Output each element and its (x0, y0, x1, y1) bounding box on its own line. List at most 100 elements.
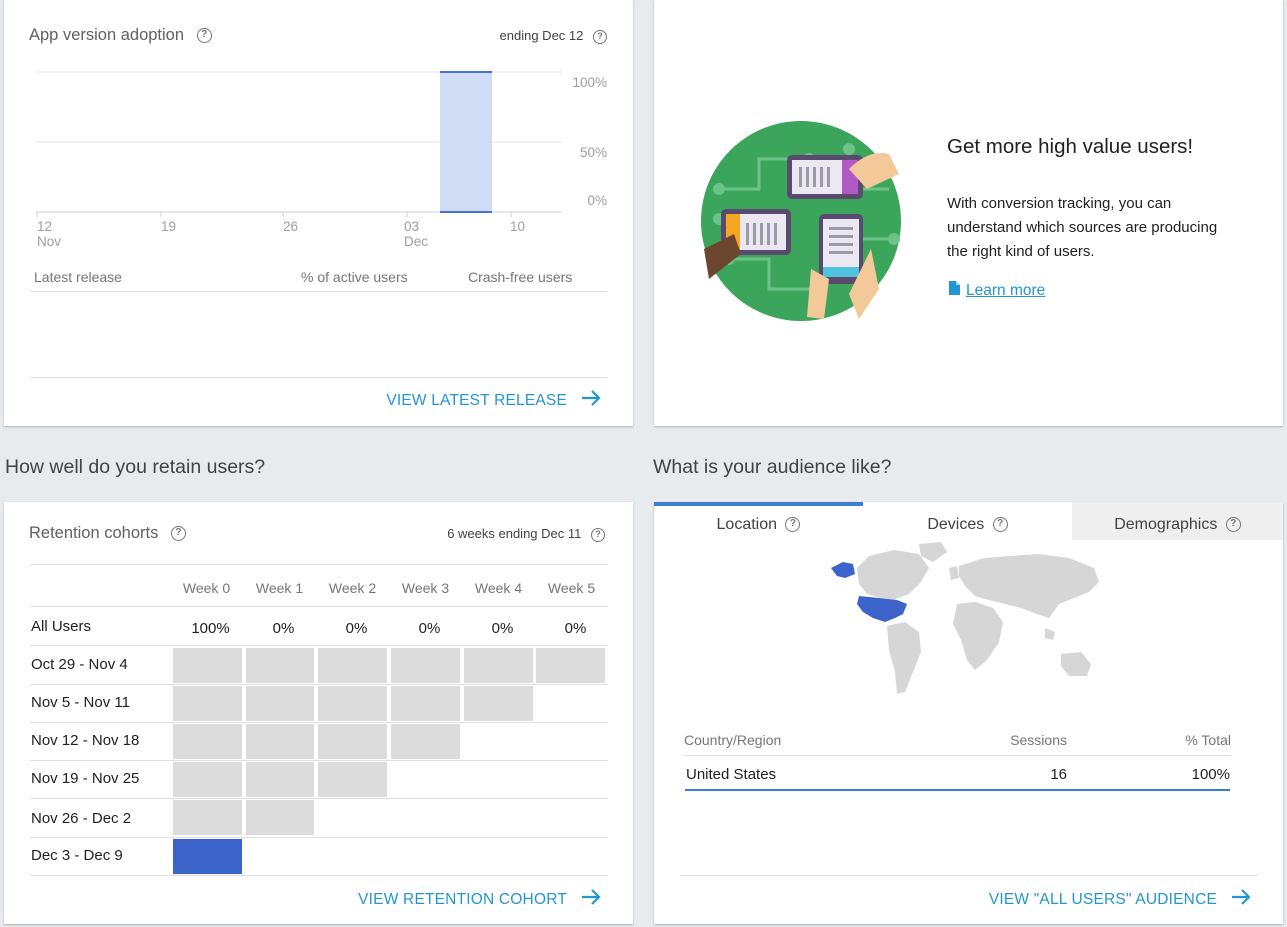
week-header: Week 1 (255, 580, 304, 596)
cohort-label: Dec 3 - Dec 9 (31, 847, 123, 864)
cohort-cell[interactable] (318, 686, 387, 721)
x-tick-label: 10 (510, 219, 526, 234)
tab-demographics[interactable]: Demographics ? (1072, 502, 1283, 540)
help-icon[interactable]: ? (785, 517, 801, 533)
adoption-title: App version adoption ? (29, 26, 212, 45)
view-all-users-audience-button[interactable]: VIEW "ALL USERS" AUDIENCE (989, 888, 1251, 911)
x-tick-label: 19 (161, 219, 177, 234)
cohort-cell[interactable] (173, 648, 242, 683)
week-header: Week 2 (328, 580, 377, 596)
row-divider (30, 760, 608, 761)
all-users-value: 100% (191, 620, 230, 637)
promo-title: Get more high value users! (947, 135, 1194, 158)
learn-more-link[interactable]: Learn more (949, 281, 1045, 300)
cohort-cell[interactable] (318, 724, 387, 759)
row-divider (30, 722, 608, 723)
cohort-cell[interactable] (391, 648, 460, 683)
adoption-ending: ending Dec 12 ? (500, 28, 607, 44)
divider (30, 606, 608, 607)
all-users-label: All Users (31, 618, 92, 635)
divider (680, 875, 1258, 876)
all-users-value: 0% (564, 620, 587, 637)
help-icon[interactable]: ? (1225, 517, 1241, 533)
cohort-cell[interactable] (536, 648, 605, 683)
week-header: Week 0 (182, 580, 231, 596)
cohort-cell[interactable] (246, 762, 314, 797)
tab-location[interactable]: Location ? (654, 502, 863, 540)
table-row[interactable]: United States 16 100% (684, 756, 1231, 792)
arrow-right-icon (581, 389, 601, 412)
retention-range: 6 weeks ending Dec 11 ? (447, 526, 605, 542)
view-retention-cohort-button[interactable]: VIEW RETENTION COHORT (358, 888, 601, 911)
help-icon[interactable]: ? (196, 28, 212, 44)
conversion-promo-card: Get more high value users! With conversi… (654, 0, 1283, 426)
table-header: Country/Region (684, 732, 782, 748)
conversion-illustration (701, 121, 901, 321)
arrow-right-icon (581, 888, 601, 911)
view-latest-release-button[interactable]: VIEW LATEST RELEASE (386, 389, 601, 412)
y-tick-label: 100% (572, 75, 607, 90)
cohort-cell-highlight[interactable] (173, 839, 242, 874)
divider (30, 291, 607, 292)
cohort-cell[interactable] (391, 686, 460, 721)
retention-title: Retention cohorts ? (29, 524, 186, 543)
cohort-cell[interactable] (246, 686, 314, 721)
divider (30, 645, 608, 646)
x-tick-label: 12 Nov (37, 219, 62, 249)
adoption-area-fill (440, 72, 492, 212)
column-header: Latest release (34, 269, 122, 285)
x-tick-label: 26 (283, 219, 299, 234)
divider (30, 564, 608, 565)
y-tick-label: 0% (587, 193, 607, 208)
help-icon[interactable]: ? (170, 526, 186, 542)
sessions-cell: 16 (1050, 766, 1067, 783)
all-users-value: 0% (345, 620, 368, 637)
help-icon[interactable]: ? (593, 29, 607, 44)
cohort-cell[interactable] (173, 800, 242, 835)
cohort-cell[interactable] (246, 724, 314, 759)
row-divider (30, 875, 608, 876)
total-cell: 100% (1191, 766, 1230, 783)
row-divider (30, 684, 608, 685)
audience-section-title: What is your audience like? (653, 456, 892, 478)
week-header: Week 3 (401, 580, 450, 596)
help-icon[interactable]: ? (992, 517, 1008, 533)
cohort-label: Nov 12 - Nov 18 (31, 732, 140, 749)
cohort-cell[interactable] (173, 762, 242, 797)
promo-body: With conversion tracking, you can unders… (947, 195, 1218, 260)
active-tab-indicator (654, 502, 863, 506)
cohort-cell[interactable] (318, 648, 387, 683)
country-cell: United States (686, 766, 777, 783)
retention-section-title: How well do you retain users? (5, 456, 266, 478)
cohort-cell[interactable] (391, 724, 460, 759)
cohort-cell[interactable] (464, 686, 533, 721)
cohort-cell[interactable] (464, 648, 533, 683)
cohort-label: Oct 29 - Nov 4 (31, 656, 128, 673)
all-users-value: 0% (272, 620, 295, 637)
x-tick-label: 03 Dec (404, 219, 429, 249)
retention-cohorts-card: Retention cohorts ? 6 weeks ending Dec 1… (4, 502, 633, 924)
cohort-label: Nov 19 - Nov 25 (31, 770, 140, 787)
column-header: Crash-free users (468, 269, 573, 285)
row-underline (685, 789, 1230, 791)
row-divider (30, 798, 608, 799)
table-header: % Total (1185, 732, 1231, 748)
cohort-cell[interactable] (173, 724, 242, 759)
cohort-label: Nov 5 - Nov 11 (31, 694, 130, 711)
adoption-chart (36, 71, 562, 217)
week-header: Week 4 (474, 580, 523, 596)
cohort-cell[interactable] (246, 800, 314, 835)
cohort-cell[interactable] (173, 686, 242, 721)
help-icon[interactable]: ? (591, 527, 605, 542)
audience-card: Location ? Devices ? Demographics ? Coun… (654, 502, 1283, 924)
divider (30, 377, 607, 378)
all-users-value: 0% (491, 620, 514, 637)
cohort-cell[interactable] (318, 762, 387, 797)
tab-devices[interactable]: Devices ? (863, 502, 1072, 540)
cohort-label: Nov 26 - Dec 2 (31, 810, 132, 827)
app-version-adoption-card: App version adoption ? ending Dec 12 ? 1… (4, 0, 633, 426)
table-header: Sessions (1010, 732, 1067, 748)
cohort-cell[interactable] (246, 648, 314, 683)
column-header: % of active users (301, 269, 408, 285)
all-users-value: 0% (418, 620, 441, 637)
